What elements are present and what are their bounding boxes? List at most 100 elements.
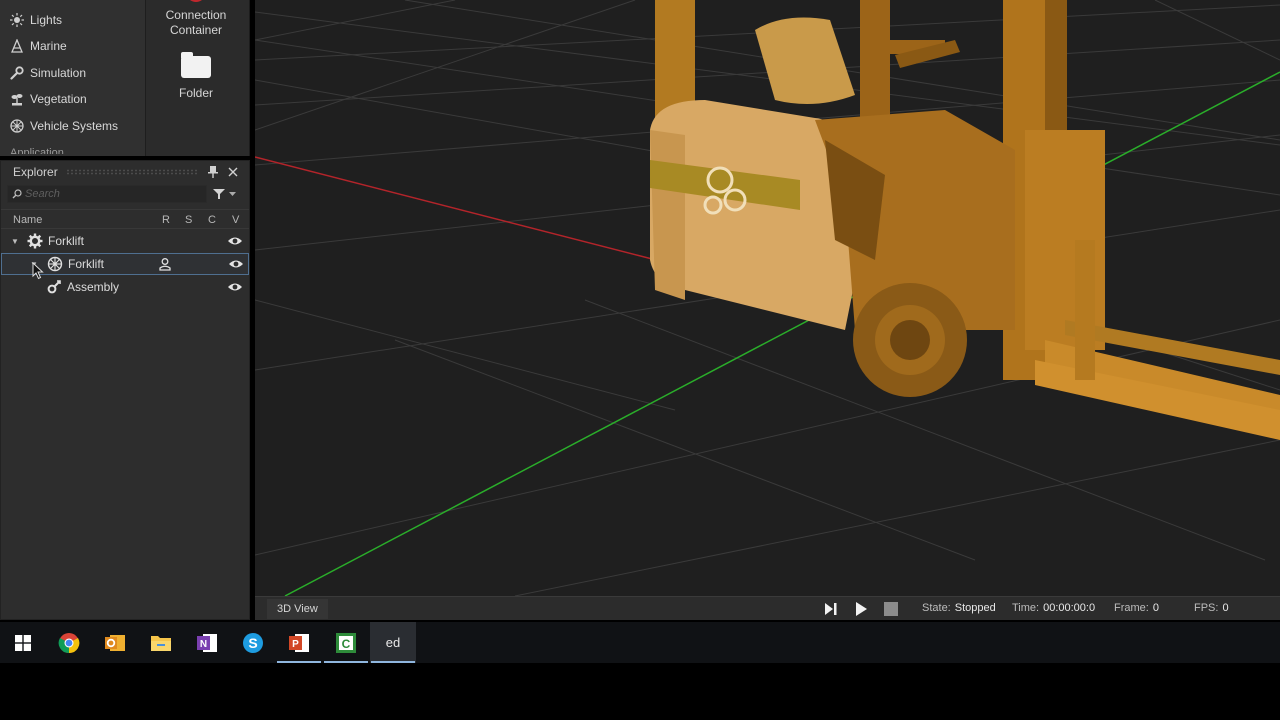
sun-icon [10,13,24,27]
windows-taskbar: N S P C ed [0,622,1280,663]
windows-start-icon [15,634,31,651]
assembly-icon [47,280,61,294]
outlook-icon [105,634,125,651]
editor-glyph: ed [386,635,400,650]
pin-button[interactable] [205,164,221,180]
svg-text:N: N [200,639,207,650]
wheel-icon [10,119,24,133]
close-icon [228,167,238,177]
sim-time: Time: 00:00:00:0 [1012,602,1095,614]
tree-row-label: Forklift [48,234,84,248]
connection-icon [189,0,203,2]
category-vehicle-systems[interactable]: Vehicle Systems [10,116,118,136]
frame-value: 0 [1152,602,1159,614]
category-simulation[interactable]: Simulation [10,63,86,83]
explorer-panel: Explorer Name R S C V ▼ Forklift ▼ Forkl… [0,160,250,620]
anchor-icon [11,39,23,53]
file-explorer-icon [151,635,171,651]
search-input[interactable] [25,188,195,200]
eye-icon[interactable] [227,235,243,247]
sim-state: State: Stopped [922,602,996,614]
state-label: State: [922,602,951,614]
camtasia-icon: C [336,632,356,653]
start-button[interactable] [0,622,46,663]
scene-canvas[interactable] [255,0,1280,596]
explorer-header[interactable]: Explorer [1,161,249,183]
editor-icon: ed [386,635,400,650]
pin-icon [208,166,218,178]
library-category-list: Lights Marine Simulation Vegetation Vehi… [0,0,146,156]
chevron-down-icon [229,191,236,196]
category-label: Marine [30,39,67,53]
column-v[interactable]: V [232,214,239,226]
taskbar-powerpoint[interactable]: P [276,622,322,663]
screen-letterbox [0,663,1280,720]
taskbar-chrome[interactable] [46,622,92,663]
fps-value: 0 [1222,602,1229,614]
user-owner-icon[interactable] [158,257,172,271]
library-item-label: Folder [178,86,213,100]
tree-row-label: Assembly [67,280,120,294]
chrome-icon [58,632,80,653]
library-panel: Lights Marine Simulation Vegetation Vehi… [0,0,250,156]
explorer-search-box[interactable] [7,185,207,203]
step-forward-button[interactable] [823,601,839,617]
taskbar-skype[interactable]: S [230,622,276,663]
viewport-3d[interactable] [255,0,1280,596]
plant-icon [11,94,23,106]
category-label: Vehicle Systems [30,119,119,133]
sim-frame: Frame: 0 [1114,602,1159,614]
category-marine[interactable]: Marine [10,36,67,56]
panel-drag-grip[interactable] [65,169,197,175]
expand-arrow-icon[interactable]: ▼ [11,237,19,246]
category-label: Lights [30,13,63,27]
tab-3d-view[interactable]: 3D View [267,599,328,619]
svg-text:S: S [248,635,257,651]
wrench-icon [10,66,24,80]
sim-fps: FPS: 0 [1194,602,1229,614]
mouse-cursor-icon [32,262,44,280]
svg-text:C: C [342,637,351,651]
eye-icon[interactable] [228,258,244,270]
svg-text:P: P [292,639,299,650]
taskbar-onenote[interactable]: N [184,622,230,663]
state-value: Stopped [954,602,996,614]
category-label: Simulation [30,66,87,80]
eye-icon[interactable] [227,281,243,293]
filter-dropdown-button[interactable] [213,185,243,203]
category-vegetation[interactable]: Vegetation [10,89,87,109]
explorer-title: Explorer [13,165,58,179]
tree-column-headers: Name R S C V [1,209,249,229]
onenote-icon: N [197,633,217,652]
tree-row-forklift-root[interactable]: ▼ Forklift [1,230,249,252]
viewport-status-bar: 3D View State: Stopped Time: 00:00:00:0 Fr… [255,596,1280,620]
skype-icon: S [243,632,263,653]
column-c[interactable]: C [208,214,216,226]
category-lights[interactable]: Lights [10,10,62,30]
column-r[interactable]: R [162,214,170,226]
library-item-folder[interactable]: Folder [146,52,246,101]
time-value: 00:00:00:0 [1043,602,1096,614]
column-name[interactable]: Name [13,214,42,226]
library-item-connection-container[interactable]: Connection Container [146,0,246,38]
play-button[interactable] [853,601,869,617]
column-s[interactable]: S [185,214,192,226]
close-button[interactable] [225,164,241,180]
taskbar-outlook[interactable] [92,622,138,663]
taskbar-file-explorer[interactable] [138,622,184,663]
category-application-cut[interactable]: Application [10,146,64,154]
taskbar-camtasia[interactable]: C [323,622,369,663]
folder-icon [181,52,211,78]
gear-icon [27,233,43,249]
tree-row-label: Forklift [68,257,104,271]
vehicle-wheel-icon [47,256,63,272]
library-item-label: Connection Container [165,8,227,37]
powerpoint-icon: P [289,633,309,652]
time-label: Time: [1012,602,1040,614]
taskbar-editor[interactable]: ed [370,622,416,663]
category-label: Vegetation [30,92,87,106]
fps-label: FPS: [1194,602,1219,614]
stop-button[interactable] [883,601,899,617]
forklift-model[interactable] [650,0,1280,440]
filter-icon [213,189,225,199]
